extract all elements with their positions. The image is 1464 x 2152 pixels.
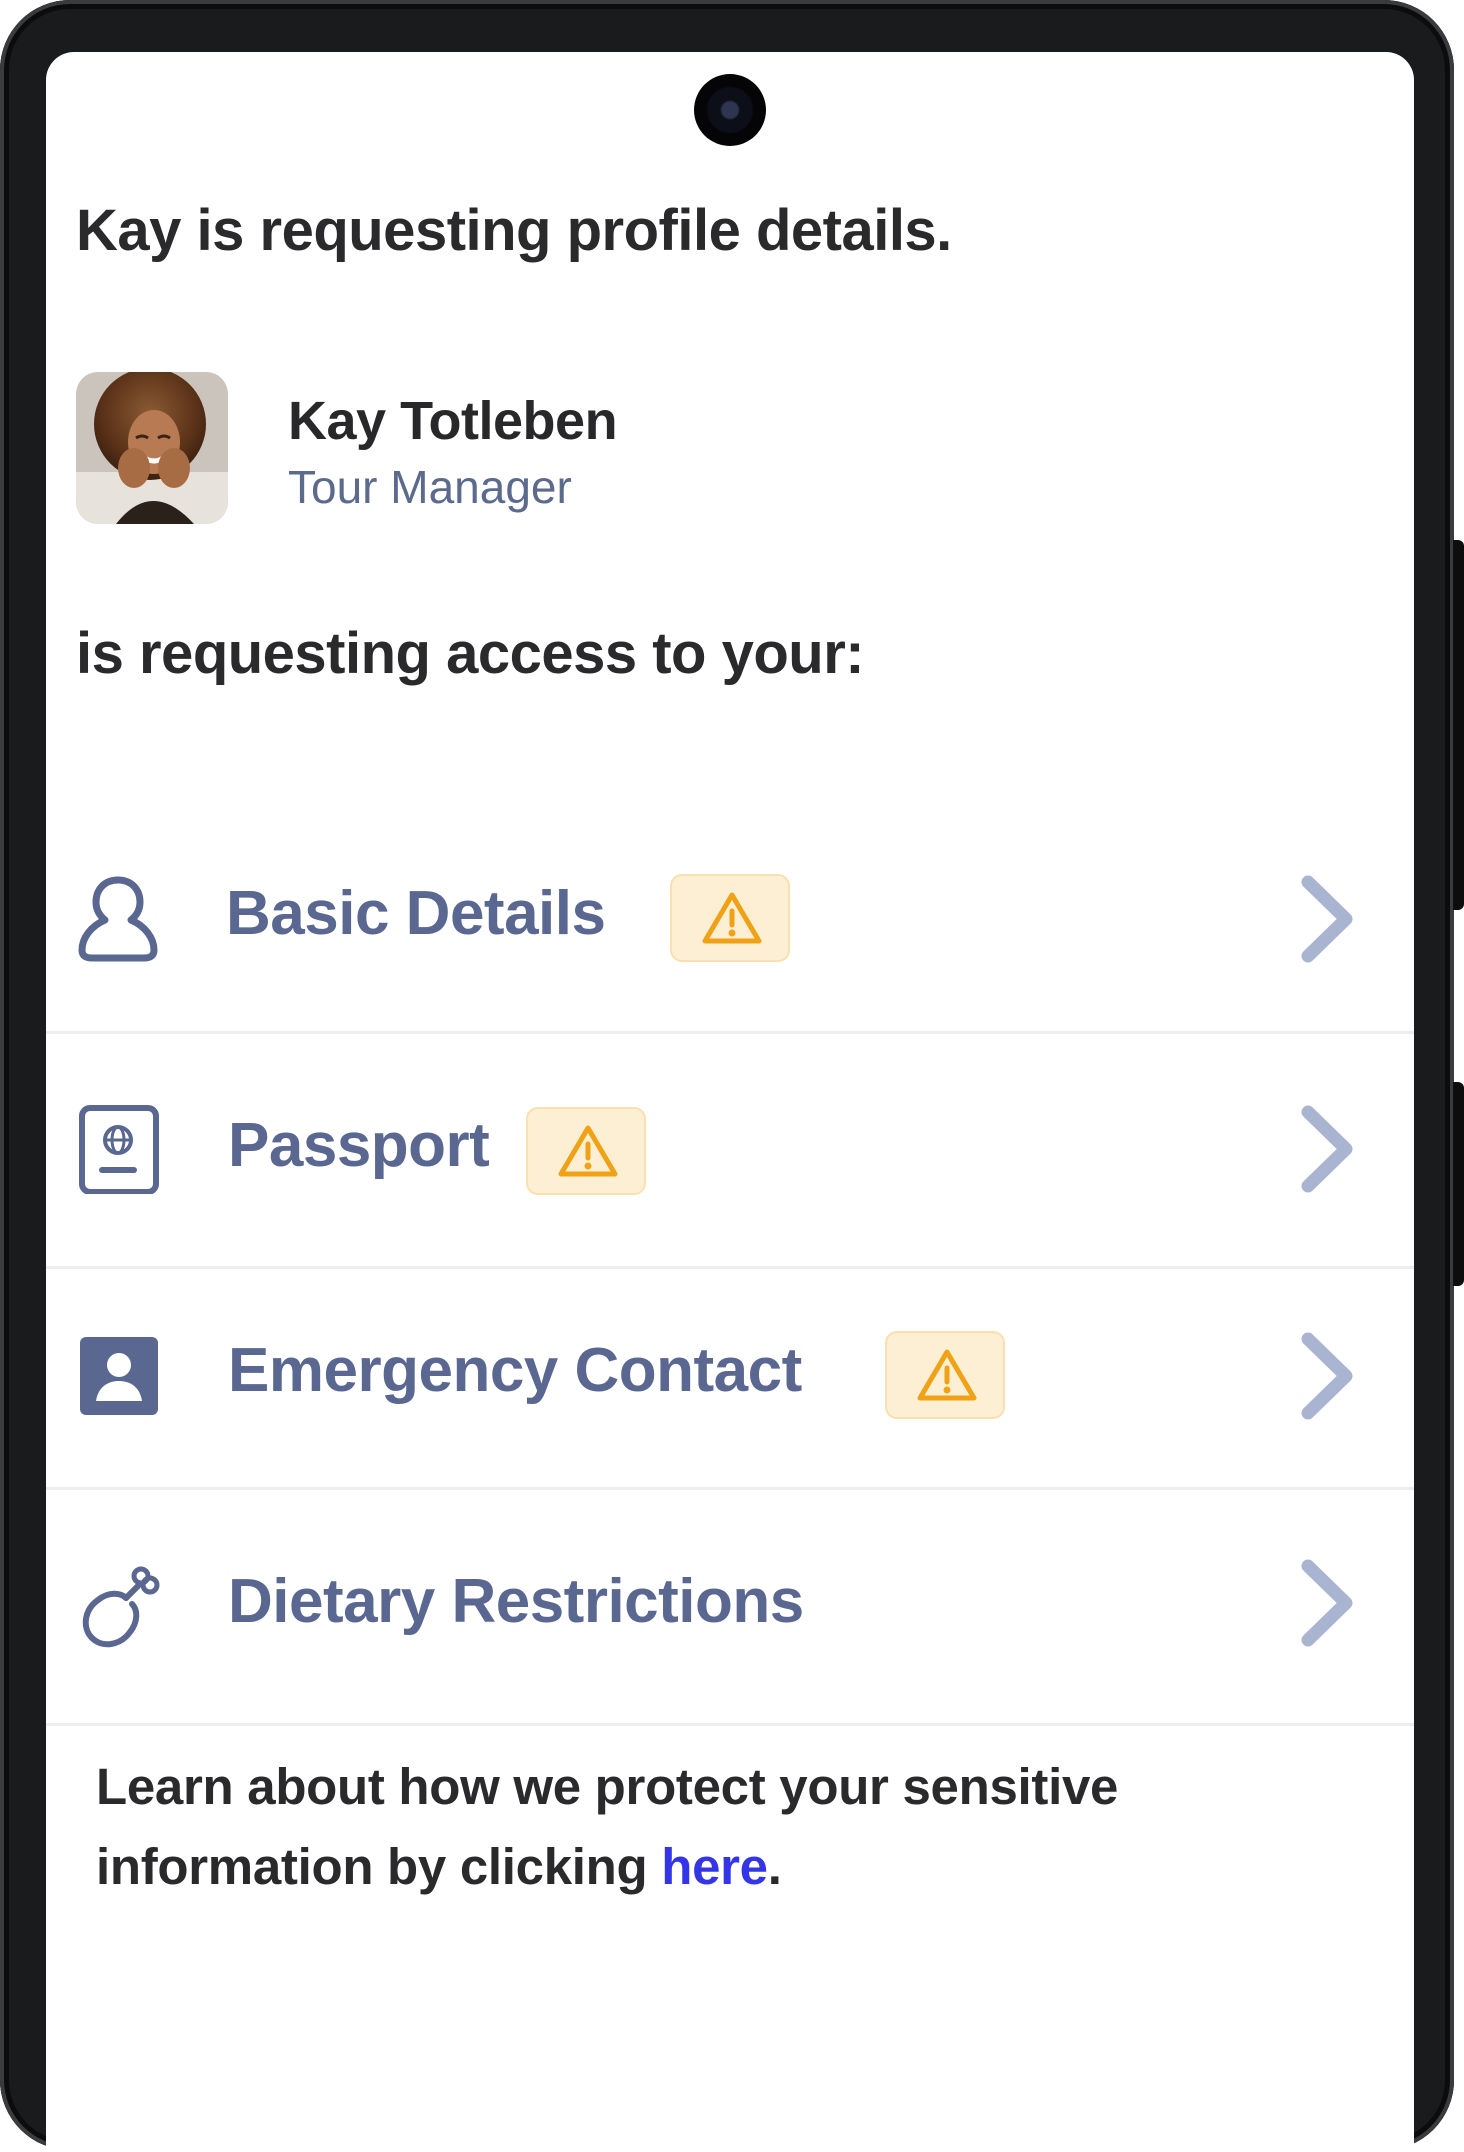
privacy-link[interactable]: here (661, 1838, 768, 1895)
access-item-emergency-contact[interactable]: Emergency Contact (46, 1269, 1414, 1490)
access-item-label: Dietary Restrictions (228, 1567, 804, 1636)
phone-screen: Kay is requesting profile details. Kay T… (46, 52, 1414, 2152)
access-subheading: is requesting access to your: (76, 621, 865, 686)
warning-badge (670, 874, 790, 962)
access-item-label: Emergency Contact (228, 1336, 802, 1405)
access-item-label: Passport (228, 1111, 490, 1180)
volume-button (1453, 540, 1464, 910)
chevron-right-icon (1298, 1558, 1358, 1648)
access-item-passport[interactable]: Passport (46, 1034, 1414, 1269)
avatar-photo (76, 372, 228, 524)
access-item-dietary-restrictions[interactable]: Dietary Restrictions (46, 1490, 1414, 1726)
user-icon (76, 874, 160, 964)
access-item-basic-details[interactable]: Basic Details (46, 808, 1414, 1034)
warning-icon (917, 1349, 977, 1401)
warning-icon (558, 1125, 618, 1177)
access-item-label: Basic Details (226, 879, 606, 948)
drumstick-icon (76, 1558, 160, 1648)
privacy-notice-period: . (767, 1838, 782, 1895)
privacy-notice: Learn about how we protect your sensitiv… (96, 1747, 1336, 1907)
page-title: Kay is requesting profile details. (76, 198, 952, 263)
access-list: Basic Details Passport Emergency Contact… (46, 808, 1414, 1726)
passport-icon (76, 1104, 160, 1195)
avatar (76, 372, 228, 524)
requester-role: Tour Manager (288, 461, 572, 513)
requester-name: Kay Totleben (288, 391, 618, 451)
warning-badge (885, 1331, 1005, 1419)
warning-badge (526, 1107, 646, 1195)
front-camera (694, 74, 766, 146)
warning-icon (702, 892, 762, 944)
contact-card-icon (76, 1331, 160, 1421)
power-button (1453, 1082, 1464, 1286)
privacy-notice-text: Learn about how we protect your sensitiv… (96, 1758, 1119, 1895)
chevron-right-icon (1298, 1331, 1358, 1421)
chevron-right-icon (1298, 1104, 1358, 1194)
chevron-right-icon (1298, 874, 1358, 964)
phone-device: Kay is requesting profile details. Kay T… (0, 0, 1464, 2152)
